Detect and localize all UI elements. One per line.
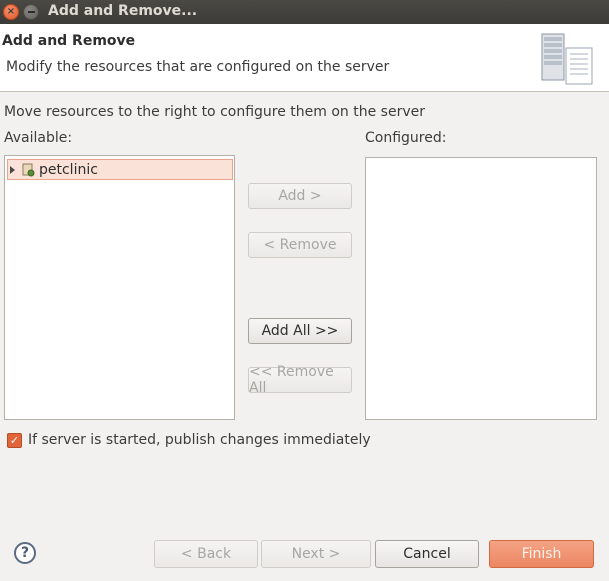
header-title: Add and Remove	[2, 33, 136, 49]
add-button[interactable]: Add >	[248, 183, 352, 209]
configured-list[interactable]	[365, 157, 597, 420]
available-list[interactable]: petclinic	[4, 155, 235, 420]
configured-label: Configured:	[365, 130, 447, 146]
cancel-button[interactable]: Cancel	[375, 540, 479, 568]
finish-button[interactable]: Finish	[489, 540, 594, 568]
publish-option[interactable]: ✓ If server is started, publish changes …	[7, 432, 371, 448]
window-title: Add and Remove...	[48, 3, 198, 19]
list-item[interactable]: petclinic	[7, 159, 233, 180]
next-button[interactable]: Next >	[261, 540, 371, 568]
back-button[interactable]: < Back	[154, 540, 258, 568]
available-label: Available:	[4, 130, 73, 146]
publish-checkbox-label: If server is started, publish changes im…	[28, 432, 371, 448]
dialog-header: Add and Remove Modify the resources that…	[0, 24, 609, 92]
list-item-label: petclinic	[39, 161, 98, 178]
header-description: Modify the resources that are configured…	[6, 59, 390, 75]
server-icon	[541, 33, 593, 85]
project-icon	[22, 163, 35, 176]
help-icon[interactable]: ?	[14, 542, 36, 564]
instruction-text: Move resources to the right to configure…	[4, 104, 425, 120]
expand-arrow-icon[interactable]	[10, 165, 15, 174]
publish-checkbox[interactable]: ✓	[7, 432, 22, 448]
minimize-window-button[interactable]	[23, 4, 39, 20]
remove-button[interactable]: < Remove	[248, 232, 352, 258]
remove-all-button[interactable]: << Remove All	[248, 364, 352, 396]
close-window-button[interactable]: ×	[3, 4, 19, 20]
add-all-button[interactable]: Add All >>	[248, 318, 352, 344]
title-bar: × Add and Remove...	[0, 0, 609, 24]
